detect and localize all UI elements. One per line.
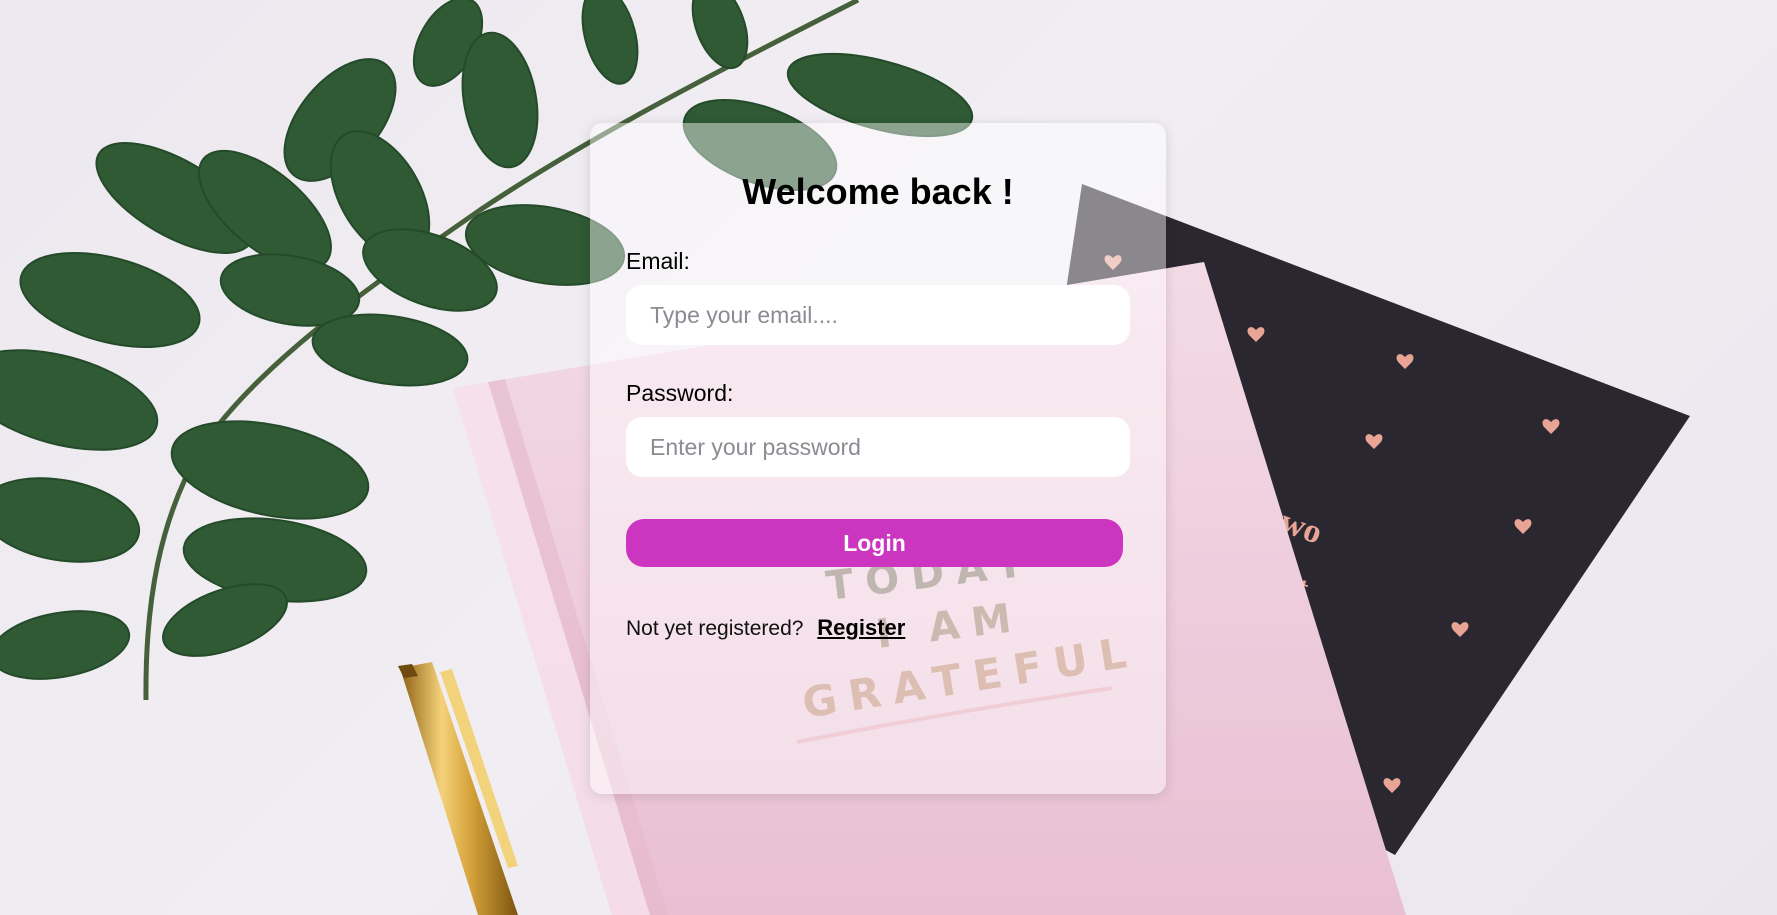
password-label: Password:	[626, 380, 734, 406]
login-page: wo nt TODAY I AM GRATEFUL	[0, 0, 1777, 915]
login-button[interactable]: Login	[626, 519, 1123, 567]
login-card: Welcome back ! Email: Password: Login No…	[590, 123, 1166, 794]
register-prompt: Not yet registered?	[626, 617, 804, 640]
email-input[interactable]	[626, 285, 1130, 345]
password-input[interactable]	[626, 417, 1130, 477]
register-row: Not yet registered? Register	[626, 615, 905, 641]
page-title: Welcome back !	[742, 171, 1014, 212]
gold-pen	[398, 662, 518, 915]
register-link[interactable]: Register	[817, 615, 905, 640]
email-label: Email:	[626, 248, 690, 274]
